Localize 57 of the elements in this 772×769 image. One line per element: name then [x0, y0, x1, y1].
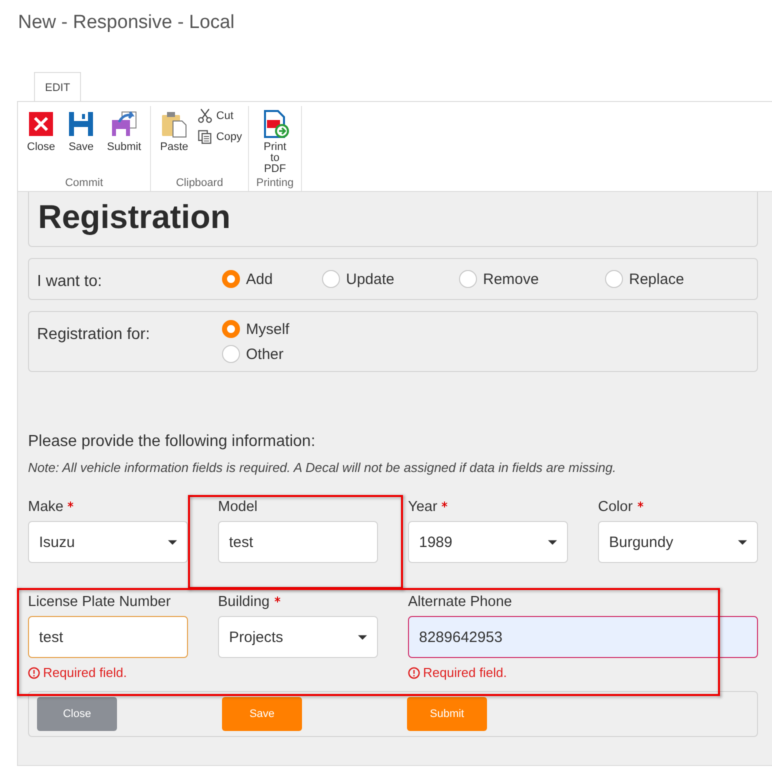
instruction-text: Please provide the following information: [28, 433, 316, 451]
radio-button[interactable] [459, 270, 477, 288]
caret-icon [358, 634, 367, 640]
copy-icon [197, 129, 214, 145]
form-title: Registration [38, 198, 231, 236]
radio-option[interactable]: Other [222, 345, 290, 363]
scissors-icon [197, 108, 214, 124]
submit-button[interactable]: Submit [102, 106, 146, 177]
clipboard-icon [160, 110, 188, 138]
radio-button[interactable] [222, 345, 240, 363]
caret-icon [738, 540, 747, 544]
alert-icon [28, 666, 40, 678]
close-button[interactable]: Close [22, 106, 60, 177]
pdf-button[interactable]: Print to PDF [252, 106, 297, 177]
radio-option[interactable]: Replace [605, 267, 684, 291]
group-label: Printing [256, 177, 294, 191]
input-field[interactable]: test [28, 616, 188, 658]
field-label: Building [218, 594, 270, 610]
field-label: Make [28, 499, 64, 515]
note-text: Note: All vehicle information fields is required. A Decal will not be assigned if data in fields are missing. [28, 460, 618, 475]
caret-icon [168, 540, 177, 544]
field-label: Color [598, 499, 633, 515]
radio-button[interactable] [222, 270, 240, 288]
dropdown[interactable]: Isuzu [28, 521, 188, 563]
radio-button[interactable] [605, 270, 623, 288]
dropdown[interactable]: 1989 [408, 521, 568, 563]
radio-button[interactable] [322, 270, 340, 288]
error-message: Required field. [408, 665, 758, 680]
field-label: Year [408, 499, 438, 515]
radio-option[interactable]: Add [222, 267, 322, 291]
radio-option[interactable]: Update [322, 267, 459, 291]
group-label: Clipboard [176, 177, 224, 191]
dropdown[interactable]: Projects [218, 616, 378, 658]
submit-icon [110, 110, 138, 138]
field-label: Alternate Phone [408, 594, 512, 610]
radio-button[interactable] [222, 320, 240, 338]
error-message: Required field. [28, 665, 188, 680]
input-field[interactable]: test [218, 521, 378, 563]
scissors-button[interactable]: Cut [195, 108, 244, 124]
radio-group-label: Registration for: [37, 325, 151, 345]
radio-option[interactable]: Remove [459, 267, 605, 291]
close-icon [27, 110, 56, 138]
page-title: New - Responsive - Local [18, 12, 234, 34]
alert-icon [408, 666, 420, 678]
group-label: Commit [65, 177, 103, 191]
caret-icon [548, 540, 557, 544]
save-button[interactable]: Save [62, 106, 100, 177]
radio-option[interactable]: Myself [222, 320, 290, 338]
clipboard-button[interactable]: Paste [155, 106, 194, 177]
field-label: License Plate Number [28, 594, 171, 610]
copy-button[interactable]: Copy [195, 129, 244, 145]
field-label: Model [218, 499, 258, 515]
dropdown[interactable]: Burgundy [598, 521, 758, 563]
ribbon-tab[interactable]: EDIT [34, 72, 82, 101]
input-field[interactable]: 8289642953 [408, 616, 758, 658]
save-icon [67, 110, 96, 138]
radio-group-label: I want to: [37, 272, 103, 291]
